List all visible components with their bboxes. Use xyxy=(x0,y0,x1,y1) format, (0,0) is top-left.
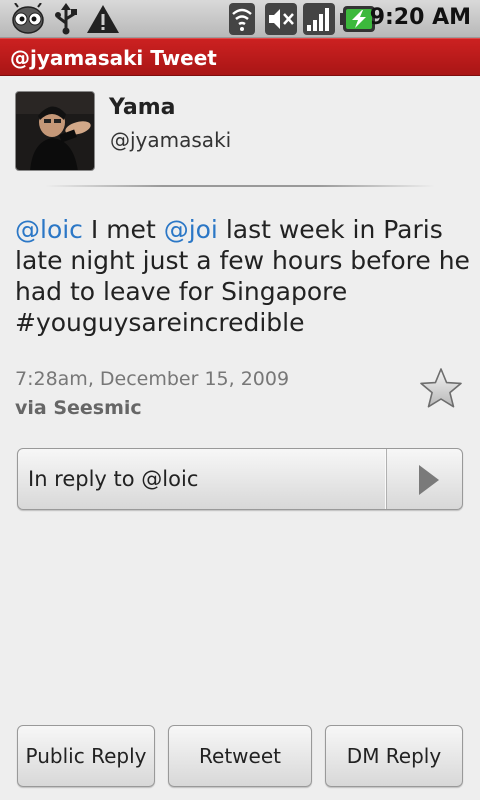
profile-handle: @jyamasaki xyxy=(110,128,232,152)
wifi-icon xyxy=(229,3,255,35)
in-reply-to-button[interactable]: In reply to @loic xyxy=(17,448,463,510)
arrow-right-icon xyxy=(419,465,439,495)
divider xyxy=(45,185,435,187)
mute-icon xyxy=(265,3,297,35)
title-bar: @jyamasaki Tweet xyxy=(0,38,480,76)
retweet-button[interactable]: Retweet xyxy=(168,725,312,787)
android-robot-icon xyxy=(12,3,44,34)
usb-icon xyxy=(55,3,77,35)
tweet-text: @loic I met @joi last week in Paris late… xyxy=(15,214,470,338)
dm-reply-button[interactable]: DM Reply xyxy=(325,725,463,787)
in-reply-to-label: In reply to @loic xyxy=(28,467,199,491)
reply-arrow-area[interactable] xyxy=(385,449,462,509)
status-bar: 9:20 AM xyxy=(0,0,480,38)
tweet-text-part: I met xyxy=(82,215,164,244)
signal-icon xyxy=(303,3,335,35)
mention-link[interactable]: @loic xyxy=(15,215,83,244)
avatar-photo xyxy=(16,92,94,170)
page-title: @jyamasaki Tweet xyxy=(10,46,217,70)
status-time: 9:20 AM xyxy=(369,5,471,30)
tweet-timestamp: 7:28am, December 15, 2009 xyxy=(15,368,290,390)
warning-icon xyxy=(87,5,119,33)
avatar[interactable] xyxy=(15,91,95,171)
mention-link[interactable]: @joi xyxy=(164,215,218,244)
profile-name: Yama xyxy=(109,95,176,120)
star-icon[interactable] xyxy=(418,366,464,412)
tweet-source: via Seesmic xyxy=(15,397,142,419)
public-reply-button[interactable]: Public Reply xyxy=(17,725,155,787)
